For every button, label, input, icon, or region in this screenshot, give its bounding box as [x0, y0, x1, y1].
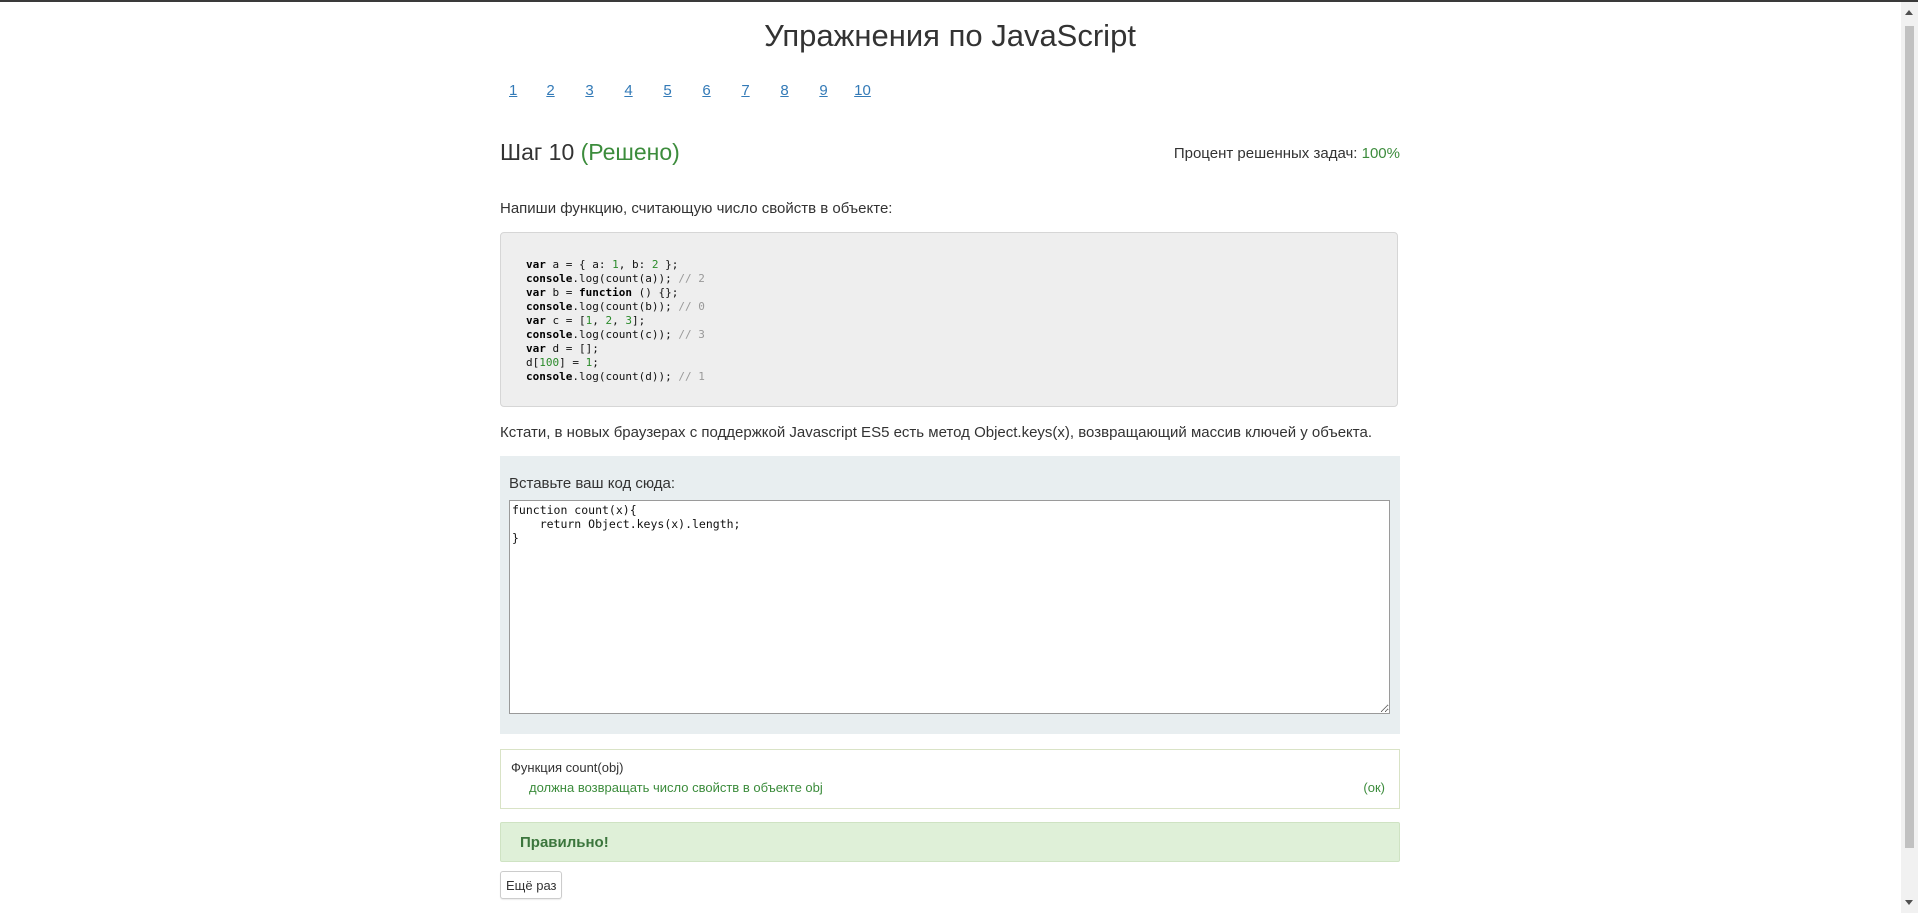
task-hint: Кстати, в новых браузерах с поддержкой J… — [500, 424, 1372, 441]
page: Упражнения по JavaScript 1 2 3 4 5 6 7 8… — [0, 0, 1918, 913]
step-status: (Решено) — [580, 139, 680, 165]
step-label: Шаг 10 — [500, 139, 575, 165]
code-line-3: var b = function () {}; — [526, 286, 679, 299]
code-line-4: console.log(count(b)); // 0 — [526, 300, 705, 313]
retry-button[interactable]: Ещё раз — [500, 871, 563, 899]
solved-percent: Процент решенных задач: 100% — [1174, 145, 1400, 162]
vertical-scrollbar[interactable] — [1901, 2, 1918, 913]
code-line-5: var c = [1, 2, 3]; — [526, 314, 646, 327]
test-case: должна возвращать число свойств в объект… — [529, 780, 823, 795]
test-function-name: Функция count(obj) — [511, 760, 624, 775]
code-line-1: var a = { a: 1, b: 2 }; — [526, 258, 679, 271]
step-navigation: 1 2 3 4 5 6 7 8 9 10 — [509, 82, 882, 102]
solved-percent-value: 100% — [1361, 145, 1400, 162]
test-status: (ок) — [1363, 780, 1385, 795]
scroll-up-arrow-icon[interactable] — [1905, 10, 1913, 15]
step-link-2[interactable]: 2 — [531, 82, 570, 102]
code-editor[interactable]: function count(x){ return Object.keys(x)… — [509, 500, 1390, 714]
code-line-7: var d = []; — [526, 342, 599, 355]
code-line-6: console.log(count(c)); // 3 — [526, 328, 705, 341]
step-link-3[interactable]: 3 — [570, 82, 609, 102]
scrollbar-thumb[interactable] — [1905, 26, 1914, 848]
code-line-8: d[100] = 1; — [526, 356, 599, 369]
code-line-2: console.log(count(a)); // 2 — [526, 272, 705, 285]
test-results: Функция count(obj) должна возвращать чис… — [500, 749, 1400, 809]
solved-percent-label: Процент решенных задач: — [1173, 145, 1358, 162]
step-link-7[interactable]: 7 — [726, 82, 765, 102]
code-line-9: console.log(count(d)); // 1 — [526, 370, 705, 383]
result-message: Правильно! — [520, 834, 609, 851]
step-link-10[interactable]: 10 — [843, 82, 882, 102]
editor-panel: Вставьте ваш код сюда: function count(x)… — [500, 456, 1400, 734]
step-link-5[interactable]: 5 — [648, 82, 687, 102]
example-code: var a = { a: 1, b: 2 }; console.log(coun… — [526, 258, 705, 384]
result-alert: Правильно! — [500, 822, 1400, 862]
example-code-block: var a = { a: 1, b: 2 }; console.log(coun… — [500, 232, 1398, 407]
step-link-9[interactable]: 9 — [804, 82, 843, 102]
scroll-down-arrow-icon[interactable] — [1905, 900, 1913, 905]
step-link-1[interactable]: 1 — [509, 82, 531, 102]
step-link-8[interactable]: 8 — [765, 82, 804, 102]
step-link-4[interactable]: 4 — [609, 82, 648, 102]
step-link-6[interactable]: 6 — [687, 82, 726, 102]
page-title: Упражнения по JavaScript — [764, 18, 1136, 53]
step-heading: Шаг 10 (Решено) — [500, 139, 680, 166]
task-description: Напиши функцию, считающую число свойств … — [500, 200, 893, 217]
editor-label: Вставьте ваш код сюда: — [509, 475, 676, 492]
